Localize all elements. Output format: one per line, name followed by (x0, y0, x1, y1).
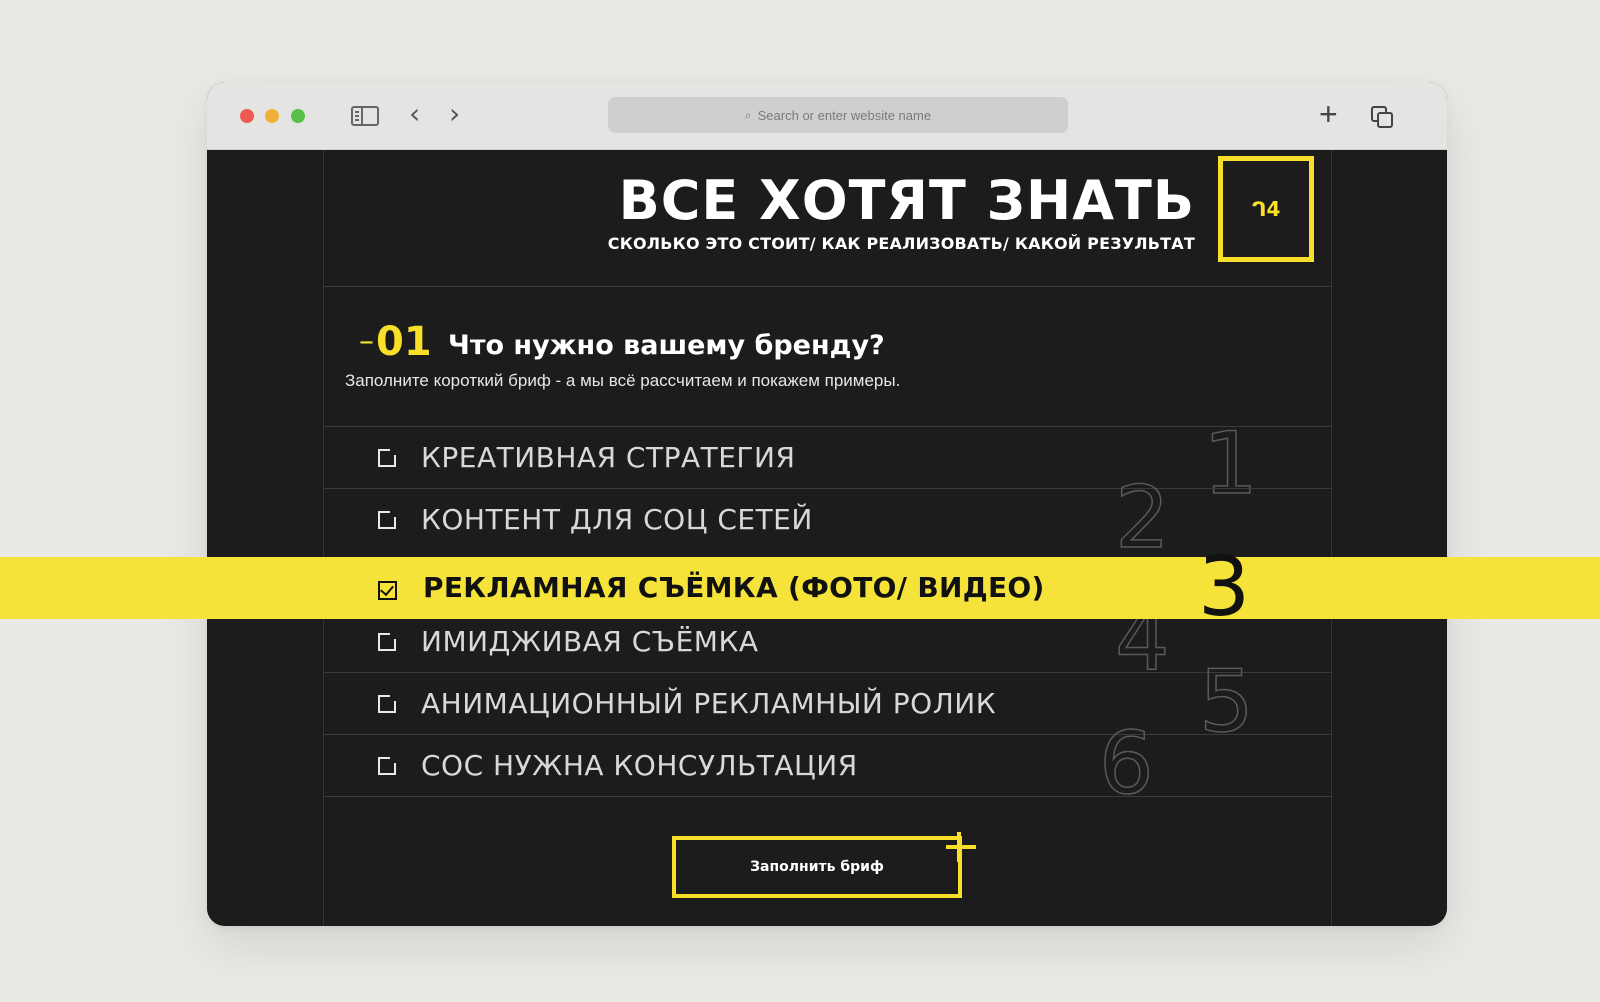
checkbox-checked-icon[interactable] (378, 581, 397, 600)
fill-brief-label: Заполнить бриф (750, 859, 884, 875)
option-label: КРЕАТИВНАЯ СТРАТЕГИЯ (421, 441, 796, 474)
new-tab-icon[interactable]: + (1319, 98, 1338, 130)
address-bar[interactable]: ⌕ Search or enter website name (608, 97, 1068, 133)
option-label: СОС НУЖНА КОНСУЛЬТАЦИЯ (421, 749, 858, 782)
checkbox-icon[interactable] (378, 632, 397, 651)
divider (323, 796, 1332, 797)
checkbox-icon[interactable] (378, 756, 397, 775)
dash-icon: – (359, 324, 374, 359)
option-label: КОНТЕНТ ДЛЯ СОЦ СЕТЕЙ (421, 503, 813, 536)
tab-overview-icon[interactable] (1371, 106, 1395, 130)
minimize-window-button[interactable] (265, 109, 279, 123)
checkbox-icon[interactable] (378, 510, 397, 529)
stage: ‹ › ⌕ Search or enter website name + ВСЕ… (0, 0, 1600, 1002)
checkbox-icon[interactable] (378, 448, 397, 467)
option-item[interactable]: ИМИДЖИВАЯ СЪЁМКА 4 (323, 596, 1332, 684)
option-label-selected: РЕКЛАМНАЯ СЪЁМКА (ФОТО/ ВИДЕО) (423, 571, 1045, 604)
option-label: ИМИДЖИВАЯ СЪЁМКА (421, 625, 759, 658)
divider (323, 286, 1332, 287)
question-title: Что нужно вашему бренду? (448, 330, 885, 361)
option-number-selected: 3 (1198, 540, 1251, 635)
option-item[interactable]: КРЕАТИВНАЯ СТРАТЕГИЯ 1 (323, 420, 1332, 508)
search-icon: ⌕ (744, 107, 752, 122)
option-item[interactable]: АНИМАЦИОННЫЙ РЕКЛАМНЫЙ РОЛИК 5 (323, 658, 1332, 746)
close-window-button[interactable] (240, 109, 254, 123)
address-placeholder: Search or enter website name (757, 107, 932, 123)
question-description: Заполните короткий бриф - а мы всё рассч… (345, 371, 901, 390)
logo-badge: ᒉ4 (1218, 156, 1314, 262)
checkbox-icon[interactable] (378, 694, 397, 713)
zoom-window-button[interactable] (291, 109, 305, 123)
option-item[interactable]: КОНТЕНТ ДЛЯ СОЦ СЕТЕЙ 2 (323, 474, 1332, 562)
hero-subtitle: СКОЛЬКО ЭТО СТОИТ/ КАК РЕАЛИЗОВАТЬ/ КАКО… (607, 234, 1195, 253)
forward-icon[interactable]: › (449, 100, 460, 128)
sidebar-toggle-icon[interactable] (351, 106, 379, 126)
option-item[interactable]: СОС НУЖНА КОНСУЛЬТАЦИЯ 6 (323, 720, 1332, 808)
plus-icon (946, 832, 976, 862)
option-number: 6 (1098, 714, 1154, 814)
back-icon[interactable]: ‹ (409, 100, 420, 128)
option-label: АНИМАЦИОННЫЙ РЕКЛАМНЫЙ РОЛИК (421, 687, 997, 720)
option-number: 2 (1114, 468, 1170, 568)
question-number-value: 01 (376, 319, 432, 365)
browser-window: ‹ › ⌕ Search or enter website name + ВСЕ… (207, 82, 1447, 926)
question-number: –01 (359, 320, 432, 364)
hero-title: ВСЕ ХОТЯТ ЗНАТЬ (618, 169, 1195, 232)
page-content: ВСЕ ХОТЯТ ЗНАТЬ СКОЛЬКО ЭТО СТОИТ/ КАК Р… (207, 150, 1447, 926)
browser-toolbar: ‹ › ⌕ Search or enter website name + (207, 82, 1447, 150)
fill-brief-button[interactable]: Заполнить бриф (672, 832, 976, 898)
option-number: 5 (1198, 652, 1254, 752)
